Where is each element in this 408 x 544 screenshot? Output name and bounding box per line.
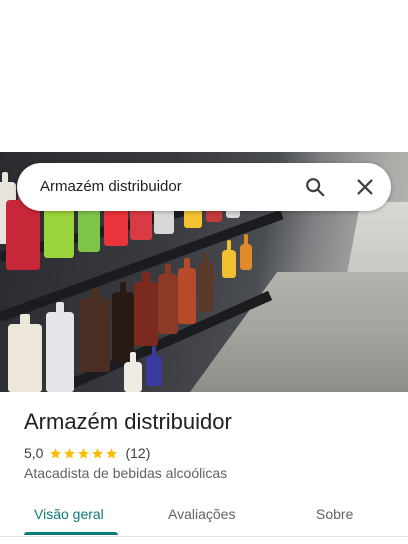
search-icon[interactable]	[303, 175, 327, 199]
bottle	[80, 288, 110, 372]
bottle	[158, 264, 178, 334]
bottle	[46, 302, 74, 392]
background-floor	[190, 272, 408, 392]
search-bar[interactable]: Armazém distribuidor	[17, 163, 391, 211]
tab-about[interactable]: Sobre	[316, 506, 353, 522]
bottle	[134, 272, 158, 346]
place-category[interactable]: Atacadista de bebidas alcoólicas	[24, 465, 227, 481]
bottle	[222, 240, 236, 278]
bottle	[178, 258, 196, 324]
star-icon	[64, 447, 76, 458]
review-count[interactable]: (12)	[125, 445, 150, 461]
bottle	[240, 234, 252, 270]
rating-stars	[49, 447, 119, 460]
bottle	[146, 346, 162, 386]
star-icon	[50, 447, 62, 458]
star-icon	[78, 447, 90, 458]
active-tab-indicator	[24, 532, 118, 535]
tab-reviews[interactable]: Avaliações	[168, 506, 235, 522]
bottle	[6, 190, 40, 270]
bottle	[124, 352, 142, 392]
rating-value: 5,0	[24, 445, 44, 461]
bottle	[198, 252, 214, 312]
rating-row[interactable]: 5,0 (12)	[24, 444, 150, 462]
close-icon[interactable]	[353, 175, 377, 199]
tab-bar: Visão geral Avaliações Sobre	[0, 494, 408, 536]
tab-overview[interactable]: Visão geral	[34, 506, 104, 522]
map-area-blank	[0, 0, 408, 152]
bottle	[8, 314, 42, 392]
star-icon	[106, 447, 118, 458]
divider	[0, 536, 408, 537]
star-icon	[92, 447, 104, 458]
place-name: Armazém distribuidor	[24, 409, 232, 434]
search-input[interactable]: Armazém distribuidor	[40, 178, 182, 195]
